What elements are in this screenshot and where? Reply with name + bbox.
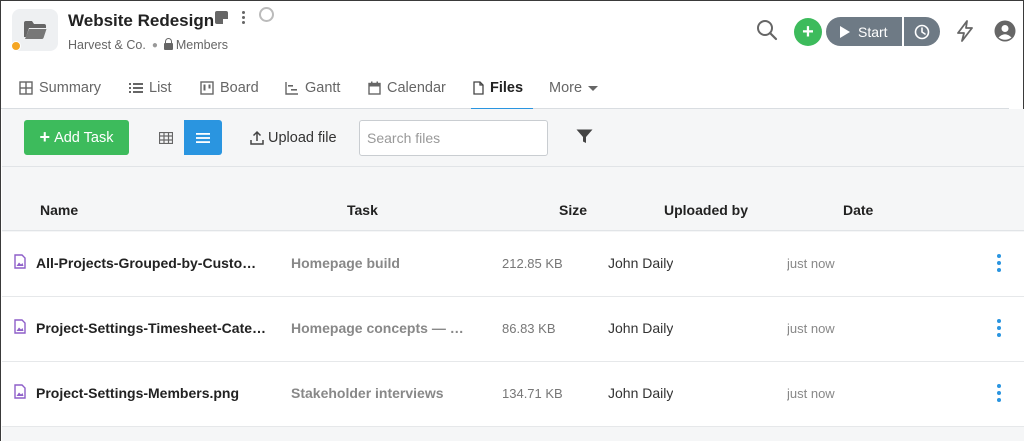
image-file-icon bbox=[14, 319, 26, 334]
tab-label: Gantt bbox=[305, 80, 341, 96]
grid-icon bbox=[19, 81, 33, 95]
tab-gantt[interactable]: Gantt bbox=[285, 67, 340, 109]
quick-add-button[interactable]: + bbox=[794, 18, 822, 46]
list-view-button[interactable] bbox=[184, 120, 222, 155]
file-name[interactable]: Project-Settings-Timesheet-Cate… bbox=[36, 320, 266, 336]
tab-calendar[interactable]: Calendar bbox=[368, 67, 446, 109]
file-task[interactable]: Homepage build bbox=[291, 255, 471, 271]
upload-label: Upload file bbox=[268, 129, 337, 146]
tab-label: List bbox=[149, 80, 172, 96]
list-lines-icon bbox=[196, 132, 210, 143]
files-toolbar: + Add Task Upload file bbox=[2, 109, 1024, 167]
lock-icon bbox=[163, 38, 173, 50]
row-more-icon[interactable] bbox=[997, 319, 1001, 337]
bolt-icon[interactable] bbox=[956, 20, 974, 42]
table-row[interactable]: Project-Settings-Timesheet-Cate… Homepag… bbox=[2, 297, 1024, 362]
client-name[interactable]: Harvest & Co. bbox=[68, 38, 146, 52]
title-actions bbox=[215, 7, 274, 24]
tab-label: Calendar bbox=[387, 80, 446, 96]
table-icon bbox=[159, 131, 173, 144]
tab-label: More bbox=[549, 80, 583, 96]
add-task-label: Add Task bbox=[54, 129, 114, 146]
image-file-icon bbox=[14, 384, 26, 399]
calendar-icon bbox=[368, 81, 381, 95]
search-files-input[interactable] bbox=[359, 120, 548, 156]
tab-label: Summary bbox=[39, 80, 102, 96]
column-header-uploaded-by[interactable]: Uploaded by bbox=[664, 202, 748, 218]
tab-board[interactable]: Board bbox=[200, 67, 259, 109]
user-avatar-icon[interactable] bbox=[994, 20, 1016, 42]
start-label: Start bbox=[858, 23, 888, 40]
row-more-icon[interactable] bbox=[997, 254, 1001, 272]
add-task-button[interactable]: + Add Task bbox=[24, 120, 129, 155]
file-uploaded-by: John Daily bbox=[608, 320, 674, 336]
status-dot bbox=[11, 41, 21, 51]
project-title[interactable]: Website Redesign bbox=[68, 11, 214, 31]
column-header-name[interactable]: Name bbox=[40, 202, 78, 218]
file-date: just now bbox=[787, 386, 835, 401]
search-icon[interactable] bbox=[756, 19, 778, 41]
note-icon[interactable] bbox=[215, 11, 228, 24]
tab-summary[interactable]: Summary bbox=[19, 67, 101, 109]
list-icon bbox=[129, 82, 143, 94]
board-icon bbox=[200, 81, 214, 95]
tab-label: Board bbox=[220, 80, 259, 96]
file-size: 86.83 KB bbox=[502, 321, 556, 336]
file-uploaded-by: John Daily bbox=[608, 385, 674, 401]
play-icon bbox=[840, 25, 850, 38]
column-header-task[interactable]: Task bbox=[347, 202, 378, 218]
file-task[interactable]: Stakeholder interviews bbox=[291, 385, 471, 401]
file-task[interactable]: Homepage concepts — 3 … bbox=[291, 320, 471, 336]
tab-label: Files bbox=[490, 80, 524, 96]
view-tabs: Summary List Board Gantt Calendar Files … bbox=[1, 67, 1009, 110]
project-subtitle: Harvest & Co. ● Members bbox=[68, 38, 228, 52]
clock-icon bbox=[914, 24, 930, 39]
file-date: just now bbox=[787, 256, 835, 271]
file-date: just now bbox=[787, 321, 835, 336]
visibility-label[interactable]: Members bbox=[176, 38, 228, 52]
file-name[interactable]: Project-Settings-Members.png bbox=[36, 385, 266, 401]
table-row[interactable]: All-Projects-Grouped-by-Custom… Homepage… bbox=[2, 232, 1024, 297]
app-window: Website Redesign Harvest & Co. ● Members… bbox=[0, 0, 1024, 441]
tab-files[interactable]: Files bbox=[470, 67, 534, 110]
tab-list[interactable]: List bbox=[129, 67, 172, 109]
separator-dot: ● bbox=[151, 39, 158, 51]
table-row[interactable]: Project-Settings-Members.png Stakeholder… bbox=[2, 362, 1024, 427]
chevron-down-icon bbox=[588, 85, 599, 91]
file-size: 134.71 KB bbox=[502, 386, 563, 401]
start-timer-button[interactable]: Start bbox=[826, 17, 902, 46]
filter-icon[interactable] bbox=[576, 129, 593, 144]
files-table: Name Task Size Uploaded by Date All-Proj… bbox=[2, 167, 1024, 441]
project-header: Website Redesign Harvest & Co. ● Members… bbox=[1, 1, 1024, 67]
file-size: 212.85 KB bbox=[502, 256, 563, 271]
gantt-icon bbox=[285, 81, 299, 95]
grid-view-button[interactable] bbox=[148, 120, 184, 155]
more-vertical-icon[interactable] bbox=[242, 11, 245, 24]
image-file-icon bbox=[14, 254, 26, 269]
column-header-date[interactable]: Date bbox=[843, 202, 873, 218]
status-circle-icon[interactable] bbox=[259, 7, 274, 22]
upload-file-button[interactable]: Upload file bbox=[250, 120, 337, 155]
row-more-icon[interactable] bbox=[997, 384, 1001, 402]
column-header-size[interactable]: Size bbox=[559, 202, 587, 218]
file-name[interactable]: All-Projects-Grouped-by-Custom… bbox=[36, 255, 266, 271]
tab-more[interactable]: More bbox=[549, 67, 599, 109]
timesheet-button[interactable] bbox=[904, 17, 940, 46]
table-header: Name Task Size Uploaded by Date bbox=[2, 189, 1024, 231]
plus-icon: + bbox=[802, 21, 814, 43]
file-icon bbox=[473, 81, 484, 95]
upload-icon bbox=[250, 130, 264, 145]
plus-icon: + bbox=[39, 127, 51, 147]
file-uploaded-by: John Daily bbox=[608, 255, 674, 271]
